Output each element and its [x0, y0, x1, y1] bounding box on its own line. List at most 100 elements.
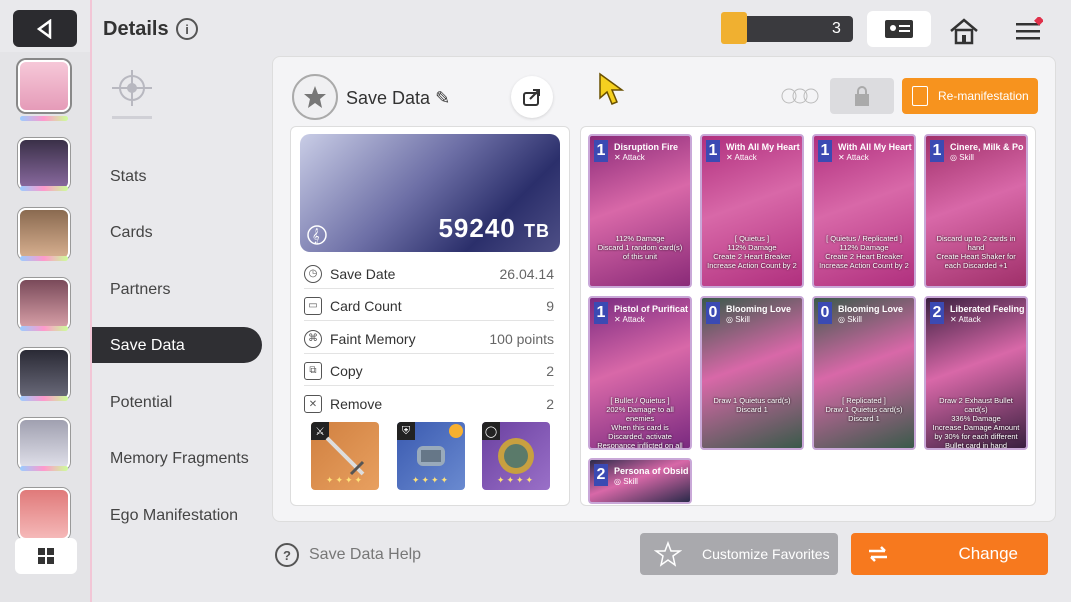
nav-item-save-data[interactable]: Save Data [110, 337, 185, 355]
portrait-bar [20, 116, 68, 121]
card-name: Blooming Love [838, 304, 903, 314]
remanifestation-icon [912, 86, 928, 106]
customize-favorites-button[interactable]: Customize Favorites [640, 533, 838, 575]
card-cost: 1 [594, 302, 608, 324]
info-icon[interactable]: i [176, 18, 198, 40]
equipment-weapon[interactable]: ⚔ ✦✦✦✦ [311, 422, 379, 490]
deck-card[interactable]: 1 With All My Heart! ✕ Attack [ Quietus / R… [812, 134, 916, 288]
nav-item-potential[interactable]: Potential [110, 394, 172, 412]
help-icon[interactable]: ? [275, 543, 299, 567]
card-name: Cinere, Milk & Pong! [950, 142, 1024, 152]
card-type: ✕ Attack [726, 153, 757, 162]
equipment-accessory[interactable]: ◯ ✦✦✦✦ [482, 422, 550, 490]
stat-row-card-count: ▭ Card Count 9 [304, 291, 554, 321]
ticket-icon [721, 12, 747, 44]
save-data-title: Save Data ✎ [346, 88, 451, 108]
lock-button[interactable] [830, 78, 894, 114]
home-button[interactable] [944, 14, 984, 48]
edit-icon[interactable]: ✎ [435, 88, 450, 108]
brain-icon: ⌘ [304, 329, 322, 348]
grid-view-button[interactable] [15, 538, 77, 574]
portrait-bar [20, 466, 68, 471]
profile-card-button[interactable] [867, 11, 931, 47]
card-description: 112% Damage Discard 1 random card(s) of t… [597, 234, 683, 261]
home-icon [950, 18, 978, 45]
resource-count: 3 [832, 20, 841, 37]
card-name: Liberated Feelings [950, 304, 1024, 314]
nav-item-ego-manifestation[interactable]: Ego Manifestation [110, 507, 238, 525]
back-arrow-icon [36, 18, 52, 39]
swap-icon [869, 546, 887, 562]
character-portrait-4[interactable] [18, 278, 70, 330]
save-data-help-link[interactable]: Save Data Help [309, 546, 421, 564]
nav-item-memory-fragments[interactable]: Memory Fragments [110, 450, 249, 468]
character-portrait-2[interactable] [18, 138, 70, 190]
share-button[interactable] [511, 76, 553, 118]
card-cost: 1 [818, 140, 832, 162]
character-portrait-6[interactable] [18, 418, 70, 470]
page-title: Details [103, 18, 169, 40]
character-portrait-3[interactable] [18, 208, 70, 260]
change-button[interactable]: Change [851, 533, 1048, 575]
share-icon [523, 89, 540, 106]
remanifestation-button[interactable]: Re-manifestation [902, 78, 1038, 114]
id-card-icon [885, 20, 913, 38]
tb-banner: 𝄞 59240 TB [300, 134, 560, 252]
card-name: Blooming Love [726, 304, 791, 314]
tb-value: 59240 TB [438, 213, 550, 243]
portrait-bar [20, 186, 68, 191]
card-description: [ Quietus ] 112% Damage Create 2 Heart Bre… [707, 234, 797, 270]
copy-icon: ⧉ [304, 361, 322, 380]
stat-row-save-date: ◷ Save Date 26.04.14 [304, 259, 554, 289]
cursor-icon [599, 72, 625, 105]
card-type: ✕ Attack [950, 315, 981, 324]
card-cost: 2 [930, 302, 944, 324]
deck-card[interactable]: 0 Blooming Love ◎ Skill Draw 1 Quietus card… [700, 296, 804, 450]
menu-button[interactable] [1008, 14, 1048, 48]
remanifestation-label: Re-manifestation [938, 89, 1029, 103]
sidebar-divider [90, 0, 92, 602]
card-description: Draw 1 Quietus card(s) Discard 1 [713, 396, 791, 414]
stat-row-faint-memory: ⌘ Faint Memory 100 points [304, 324, 554, 354]
card-type: ◎ Skill [614, 477, 638, 486]
card-description: Draw 2 Exhaust Bullet card(s) 336% Damage… [932, 396, 1020, 450]
card-name: Disruption Fire [614, 142, 679, 152]
back-button[interactable] [13, 10, 77, 47]
character-portrait-1[interactable] [18, 60, 70, 112]
equipment-armor[interactable]: ⛨ ✦✦✦✦ [397, 422, 465, 490]
character-portrait-5[interactable] [18, 348, 70, 400]
portrait-bar [20, 326, 68, 331]
card-name: With All My Heart! [838, 142, 912, 152]
card-cost: 1 [594, 140, 608, 162]
card-cost: 2 [594, 464, 608, 486]
card-name: With All My Heart! [726, 142, 800, 152]
sun-badge-icon [449, 424, 463, 438]
character-rail [0, 52, 90, 602]
card-type: ◎ Skill [950, 153, 974, 162]
deck-card[interactable]: 2 Persona of Obsidian◎ Skill [588, 458, 692, 504]
coin-item-icon [498, 438, 534, 474]
save-data-emblem-icon [292, 74, 338, 120]
svg-text:𝄞: 𝄞 [312, 228, 320, 244]
nav-item-cards[interactable]: Cards [110, 224, 153, 242]
nav-item-partners[interactable]: Partners [110, 281, 170, 299]
deck-card[interactable]: 2 Liberated Feelings ✕ Attack Draw 2 Exhaus… [924, 296, 1028, 450]
card-type: ✕ Attack [614, 153, 645, 162]
music-clef-icon: 𝄞 [307, 225, 327, 245]
equipment-stars: ✦✦✦✦ [496, 475, 536, 485]
character-portrait-7[interactable] [18, 488, 70, 540]
card-description: [ Quietus / Replicated ] 112% Damage Creat… [819, 234, 909, 270]
deck-card[interactable]: 1 With All My Heart! ✕ Attack [ Quietus ] 11… [700, 134, 804, 288]
deck-card[interactable]: 1 Cinere, Milk & Pong!◎ Skill Discard up t… [924, 134, 1028, 288]
sword-item-icon [325, 436, 365, 476]
card-description: Discard up to 2 cards in hand Create Hear… [936, 234, 1016, 270]
grid-icon [38, 548, 54, 564]
deck-card[interactable]: 0 Blooming Love ◎ Skill [ Replicated ] Draw … [812, 296, 916, 450]
deck-card[interactable]: 1 Disruption Fire ✕ Attack 112% Damage Disca… [588, 134, 692, 288]
portrait-bar [20, 256, 68, 261]
deck-card[interactable]: 1 Pistol of Purification✕ Attack [ Bullet … [588, 296, 692, 450]
nav-item-stats[interactable]: Stats [110, 168, 146, 186]
portrait-bar [20, 396, 68, 401]
card-description: [ Replicated ] Draw 1 Quietus card(s) Disc… [825, 396, 903, 423]
clock-icon: ◷ [304, 264, 322, 283]
